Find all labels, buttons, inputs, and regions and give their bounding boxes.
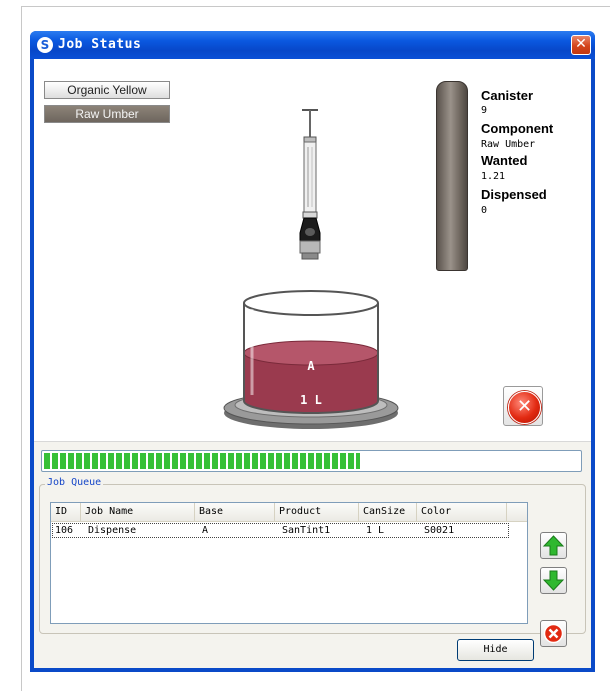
can-base-label: A xyxy=(307,359,315,373)
hide-button[interactable]: Hide xyxy=(457,639,534,661)
job-status-window: S Job Status ✕ Organic Yellow Raw Umber xyxy=(30,31,595,672)
move-down-button[interactable] xyxy=(540,567,567,594)
title-bar[interactable]: S Job Status ✕ xyxy=(30,31,595,59)
dispensed-value: 0 xyxy=(481,205,488,216)
can-size-label: 1 L xyxy=(300,393,322,407)
close-icon: ✕ xyxy=(575,36,587,52)
dispensed-label: Dispensed xyxy=(481,187,547,202)
component-value: Raw Umber xyxy=(481,139,536,150)
component-button-organic-yellow[interactable]: Organic Yellow xyxy=(44,81,170,99)
component-button-raw-umber[interactable]: Raw Umber xyxy=(44,105,170,123)
window-title: Job Status xyxy=(58,37,142,52)
close-button[interactable]: ✕ xyxy=(571,35,591,55)
cell-job-name: Dispense xyxy=(88,525,137,536)
column-header-base[interactable]: Base xyxy=(195,503,275,521)
dispense-visual-panel: Organic Yellow Raw Umber Canister 9 Comp… xyxy=(34,59,591,442)
client-area: Organic Yellow Raw Umber Canister 9 Comp… xyxy=(34,59,591,668)
column-header-cansize[interactable]: CanSize xyxy=(359,503,417,521)
column-header-job-name[interactable]: Job Name xyxy=(81,503,195,521)
cell-color: S0021 xyxy=(424,525,455,536)
table-row[interactable]: 106 Dispense A SanTint1 1 L S0021 xyxy=(52,523,509,538)
app-icon: S xyxy=(37,37,53,53)
component-label: Component xyxy=(481,121,554,136)
wanted-label: Wanted xyxy=(481,153,528,168)
dispense-progress-bar xyxy=(41,450,582,472)
delete-x-icon xyxy=(543,623,564,644)
canister-value: 9 xyxy=(481,105,488,116)
remove-job-button[interactable] xyxy=(540,620,567,647)
column-header-product[interactable]: Product xyxy=(275,503,359,521)
wanted-value: 1.21 xyxy=(481,171,506,182)
job-queue-list[interactable]: ID Job Name Base Product CanSize Color 1… xyxy=(50,502,528,624)
job-queue-header: ID Job Name Base Product CanSize Color xyxy=(51,503,527,522)
cancel-x-icon: ✕ xyxy=(508,391,541,424)
cell-cansize: 1 L xyxy=(366,525,385,536)
job-queue-group: Job Queue ID Job Name Base Product CanSi… xyxy=(39,477,586,647)
column-header-id[interactable]: ID xyxy=(51,503,81,521)
move-up-button[interactable] xyxy=(540,532,567,559)
job-queue-title: Job Queue xyxy=(45,477,104,488)
arrow-up-icon xyxy=(542,535,565,556)
canister-label: Canister xyxy=(481,88,534,103)
cancel-dispense-button[interactable]: ✕ xyxy=(503,386,543,426)
dispenser-nozzle-icon xyxy=(299,109,321,260)
canister-graphic xyxy=(436,81,468,271)
progress-fill xyxy=(44,453,360,469)
cell-base: A xyxy=(202,525,209,536)
cell-product: SanTint1 xyxy=(282,525,331,536)
paint-can-graphic: A 1 L xyxy=(223,290,399,429)
cell-id: 106 xyxy=(55,525,74,536)
arrow-down-icon xyxy=(542,570,565,591)
column-header-color[interactable]: Color xyxy=(417,503,507,521)
